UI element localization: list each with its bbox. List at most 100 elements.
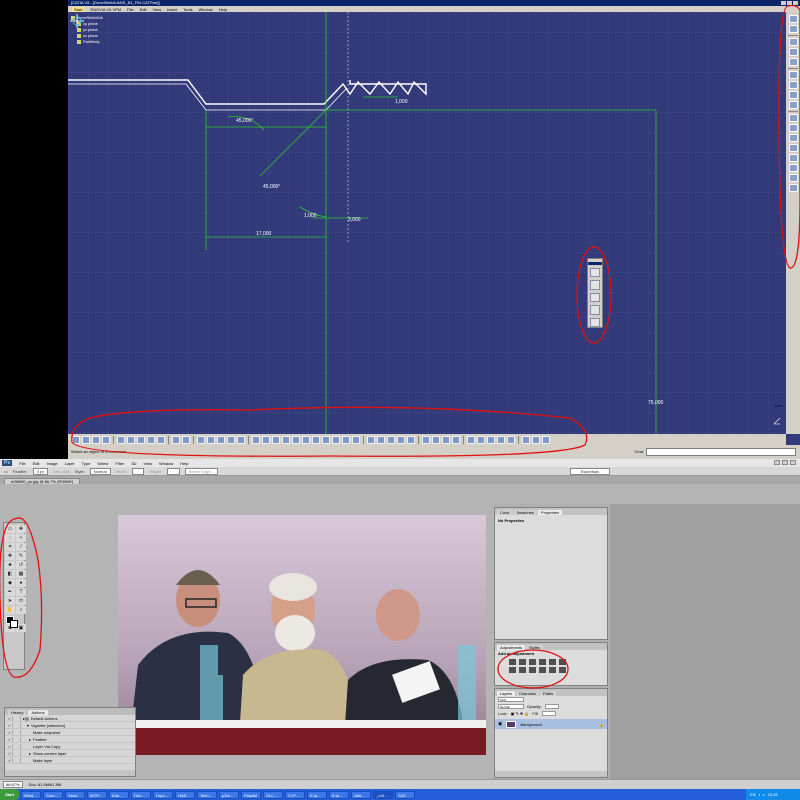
menu-view[interactable]: View — [153, 7, 162, 12]
exposure-icon[interactable] — [539, 659, 546, 665]
new-icon[interactable] — [72, 435, 80, 444]
dimensional-constraints-icon[interactable] — [237, 435, 245, 444]
refine-edge-button[interactable]: Refine Edge... — [184, 467, 218, 475]
tab-layers[interactable]: Layers — [497, 691, 516, 696]
tab-styles[interactable]: Styles — [526, 645, 543, 650]
dialog-toggle-icon[interactable] — [15, 736, 21, 742]
parameters-icon[interactable] — [452, 435, 460, 444]
expand-icon[interactable]: ▸ — [23, 736, 31, 743]
tray-icons[interactable]: ◐ ◑ — [759, 789, 765, 800]
zoom-in-icon[interactable] — [292, 435, 300, 444]
menu-start[interactable]: Start — [72, 6, 85, 12]
construction-icon[interactable] — [217, 435, 225, 444]
clone-stamp-icon[interactable]: ♣ — [5, 561, 15, 569]
path-select-icon[interactable]: ➤ — [5, 597, 15, 605]
draft-icon[interactable] — [788, 91, 798, 99]
background-color[interactable] — [10, 620, 18, 628]
action-check-icon[interactable]: ✓ — [7, 715, 13, 721]
shell-icon[interactable] — [788, 101, 798, 109]
curves-icon[interactable] — [529, 659, 536, 665]
cut-icon[interactable] — [117, 435, 125, 444]
minimize-button[interactable] — [781, 1, 786, 5]
dialog-toggle-icon[interactable] — [15, 722, 21, 728]
ps-menu-3d[interactable]: 3D — [131, 461, 136, 466]
shaft-icon[interactable] — [788, 58, 798, 66]
shape-tool-icon[interactable]: ⬭ — [16, 597, 26, 605]
style-select[interactable]: Normal — [89, 467, 111, 475]
document-canvas[interactable] — [118, 515, 486, 755]
redo-icon[interactable] — [157, 435, 165, 444]
rule-icon[interactable] — [487, 435, 495, 444]
knowledge-icon[interactable] — [442, 435, 450, 444]
taskbar-item[interactable]: Kon... — [109, 790, 130, 799]
pad-icon[interactable] — [788, 38, 798, 46]
apply-material-icon[interactable] — [407, 435, 415, 444]
constraint-icon[interactable] — [788, 114, 798, 122]
feather-input[interactable]: 0 px — [32, 467, 49, 475]
view-mode-icon[interactable] — [332, 435, 340, 444]
zoom-tool-icon[interactable]: ⌕ — [16, 606, 26, 614]
marquee-tool-preset-icon[interactable]: ▭ — [4, 469, 8, 474]
line-icon[interactable] — [788, 164, 798, 172]
blend-mode-select[interactable]: Normal — [498, 704, 524, 709]
snap-icon[interactable] — [207, 435, 215, 444]
move-tool-icon[interactable]: ✥ — [16, 525, 26, 533]
point-icon[interactable] — [788, 184, 798, 192]
action-check-icon[interactable]: ✓ — [7, 757, 13, 763]
menu-tools[interactable]: Tools — [183, 7, 192, 12]
taskbar-item[interactable]: Tech... — [197, 790, 218, 799]
maximize-button[interactable] — [787, 1, 792, 5]
dialog-toggle-icon[interactable] — [15, 750, 21, 756]
swap-space-icon[interactable] — [352, 435, 360, 444]
action-check-icon[interactable]: ✓ — [7, 743, 13, 749]
taskbar-item[interactable]: Пол... — [131, 790, 152, 799]
chamfer-icon[interactable] — [590, 280, 600, 290]
sketch-canvas[interactable]: 45,000° 45,000° 1,000 1,000 3,000 17,000… — [68, 12, 786, 434]
action-check-icon[interactable]: ✓ — [7, 750, 13, 756]
trim-icon[interactable] — [590, 292, 600, 303]
ps-menu-filter[interactable]: Filter — [115, 461, 124, 466]
taskbar-item[interactable]: Com... — [43, 790, 64, 799]
channel-mixer-icon[interactable] — [549, 667, 556, 673]
rotate-icon[interactable] — [282, 435, 290, 444]
ps-menu-image[interactable]: Image — [46, 461, 57, 466]
vibrance-icon[interactable] — [549, 659, 556, 665]
tab-channels[interactable]: Channels — [516, 691, 539, 696]
workspace-select[interactable]: Essentials — [569, 468, 610, 475]
fly-mode-icon[interactable] — [252, 435, 260, 444]
dim-angle-1[interactable]: 45,000° — [236, 118, 253, 124]
taskbar-item[interactable]: HAS... — [175, 790, 196, 799]
black-white-icon[interactable] — [529, 667, 536, 673]
ps-maximize-button[interactable] — [782, 460, 788, 465]
measure-icon[interactable] — [387, 435, 395, 444]
command-input[interactable] — [646, 448, 796, 456]
rectangle-icon[interactable] — [788, 124, 798, 132]
tab-swatches[interactable]: Swatches — [513, 510, 537, 515]
multi-view-icon[interactable] — [522, 435, 530, 444]
dim-d1[interactable]: 1,000 — [395, 99, 408, 105]
gradient-icon[interactable]: ▦ — [16, 570, 26, 578]
opacity-input[interactable] — [544, 704, 559, 709]
taskbar-item[interactable]: BITP... — [87, 790, 108, 799]
gradient-map-icon[interactable] — [559, 659, 566, 665]
paste-icon[interactable] — [137, 435, 145, 444]
spline-icon[interactable] — [788, 144, 798, 152]
corner-icon[interactable] — [590, 267, 600, 278]
dialog-toggle-icon[interactable] — [15, 715, 21, 721]
width-input[interactable] — [131, 467, 145, 475]
chamfer-feature-icon[interactable] — [788, 81, 798, 89]
dim-d2[interactable]: 1,000 — [304, 213, 317, 219]
formula-icon[interactable] — [172, 435, 180, 444]
taskbar-item[interactable]: Е:\р... — [329, 790, 350, 799]
taskbar-item[interactable]: Wind... — [21, 790, 42, 799]
height-input[interactable] — [167, 467, 180, 475]
close-button[interactable] — [793, 1, 798, 5]
ps-menu-select[interactable]: Select — [97, 461, 108, 466]
start-button[interactable]: Start — [0, 789, 20, 800]
table-icon[interactable] — [467, 435, 475, 444]
menu-enovia[interactable]: ENOVIA V5 VPM — [90, 7, 121, 12]
undo-icon[interactable] — [147, 435, 155, 444]
sketch-icon[interactable] — [788, 25, 798, 33]
cut-part-icon[interactable] — [377, 435, 385, 444]
menu-file[interactable]: File — [127, 7, 133, 12]
